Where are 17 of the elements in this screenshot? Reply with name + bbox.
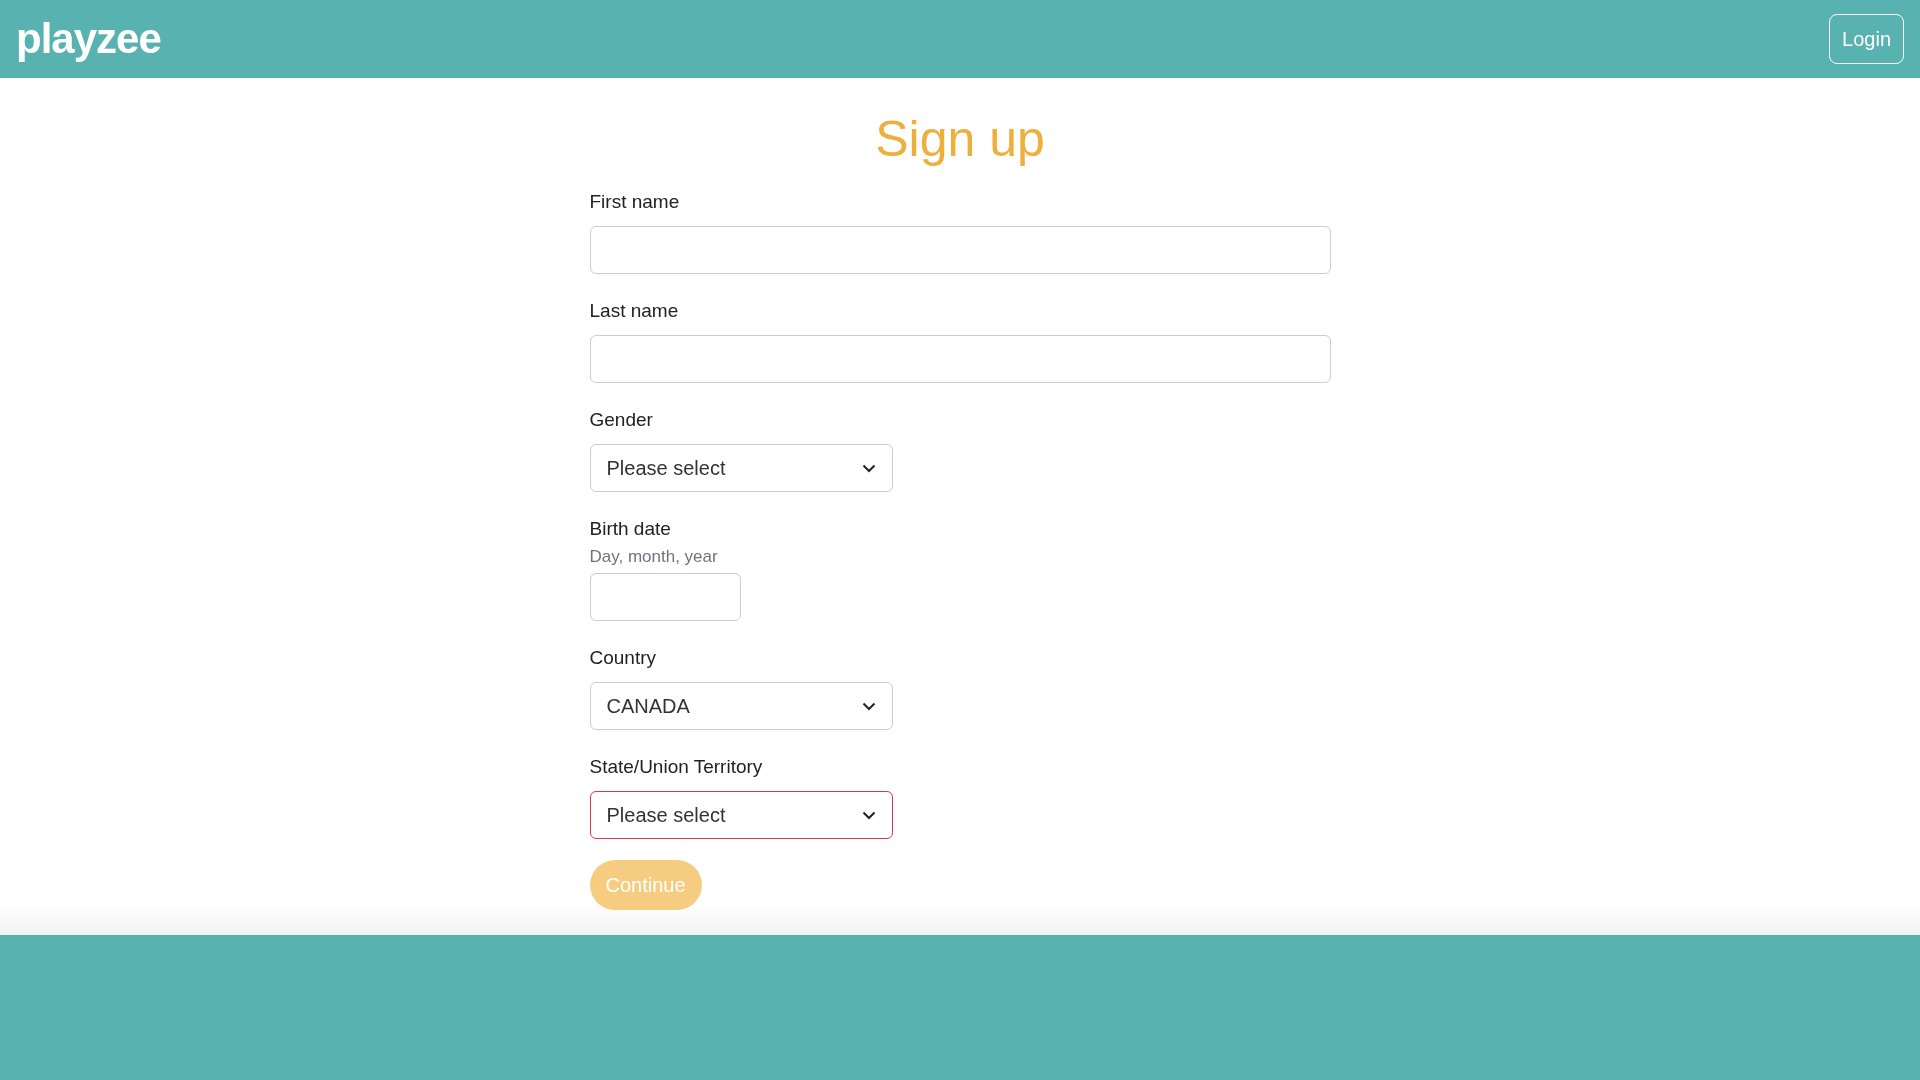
field-label: Country	[589, 646, 658, 670]
input-field[interactable]	[589, 335, 1331, 383]
field-label: State/Union Territory	[589, 755, 764, 779]
field-label: Birth date	[589, 517, 672, 541]
chevron-down-icon	[861, 701, 876, 711]
dropdown[interactable]: Please select	[589, 791, 893, 839]
chevron-down-icon	[861, 463, 876, 473]
field-label: Last name	[589, 299, 680, 323]
field-label: Gender	[589, 408, 654, 432]
date-field[interactable]	[589, 573, 741, 621]
dropdown[interactable]: CANADA	[589, 682, 893, 730]
page-title: Sign up	[874, 114, 1046, 164]
chevron-down-icon	[861, 810, 876, 820]
field-label: First name	[589, 190, 681, 214]
dropdown[interactable]: Please select	[589, 444, 893, 492]
field-hint: Day, month, year	[589, 547, 719, 567]
input-field[interactable]	[589, 226, 1331, 274]
